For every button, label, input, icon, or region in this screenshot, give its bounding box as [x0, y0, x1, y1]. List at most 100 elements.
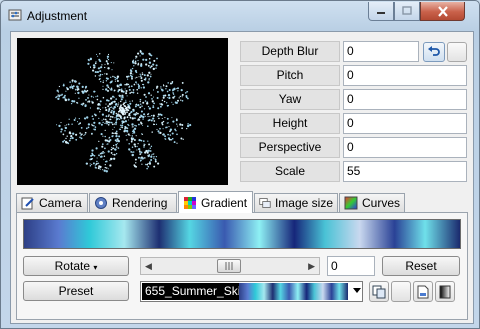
maximize-button[interactable]: [394, 2, 420, 21]
flame-speck: [137, 64, 139, 66]
flame-speck: [129, 102, 132, 105]
depth-blur-field[interactable]: 0: [343, 41, 419, 62]
flame-speck: [151, 131, 153, 133]
flame-speck: [104, 135, 106, 138]
flame-speck: [110, 148, 113, 151]
flame-speck: [134, 165, 137, 168]
rotate-button[interactable]: Rotate ▾: [23, 256, 129, 276]
flame-speck: [157, 107, 160, 110]
flame-speck: [64, 140, 68, 144]
flame-speck: [76, 101, 78, 104]
flame-speck: [106, 62, 109, 65]
redo-button[interactable]: [447, 42, 467, 62]
flame-speck: [115, 116, 118, 118]
flame-speck: [187, 123, 189, 125]
save-gradient-button[interactable]: [413, 281, 433, 302]
flame-speck: [144, 157, 146, 159]
flame-speck: [138, 147, 141, 151]
flame-speck: [115, 121, 118, 124]
flame-speck: [101, 119, 103, 121]
pitch-field[interactable]: 0: [343, 65, 467, 86]
flame-speck: [104, 147, 106, 150]
tab-rendering[interactable]: Rendering: [89, 193, 177, 212]
height-field[interactable]: 0: [343, 113, 467, 134]
flame-speck: [142, 118, 144, 120]
tab-image-size[interactable]: Image size: [254, 193, 338, 212]
flame-speck: [158, 114, 160, 116]
tab-gradient[interactable]: Gradient: [178, 191, 253, 213]
close-button[interactable]: [420, 2, 465, 21]
flame-speck: [111, 95, 115, 98]
flame-speck: [99, 111, 101, 113]
flame-speck: [90, 95, 93, 98]
flame-speck: [79, 132, 81, 134]
flame-speck: [58, 85, 61, 88]
undo-button[interactable]: [423, 42, 445, 62]
preset-dropdown[interactable]: 655_Summer_Skies: [140, 281, 363, 302]
flame-speck: [184, 92, 187, 94]
flame-speck: [115, 153, 118, 155]
flame-speck: [64, 98, 68, 102]
slider-right-arrow-icon[interactable]: ▶: [308, 261, 315, 272]
flame-speck: [177, 99, 179, 102]
flame-speck: [95, 114, 97, 116]
flame-speck: [130, 85, 133, 88]
flame-speck: [103, 159, 105, 161]
flame-speck: [106, 55, 110, 58]
flame-speck: [132, 61, 135, 64]
window-title: Adjustment: [27, 9, 88, 23]
flame-speck: [156, 90, 159, 93]
flame-speck: [90, 154, 93, 157]
flame-speck: [81, 133, 83, 136]
blank-tool-button[interactable]: [391, 281, 411, 302]
flame-speck: [142, 101, 145, 104]
flame-speck: [119, 83, 122, 86]
scale-field[interactable]: 55: [343, 161, 467, 182]
flame-speck: [102, 169, 104, 171]
flame-speck: [85, 99, 87, 101]
flame-speck: [156, 97, 159, 99]
gradient-preview-bar[interactable]: [23, 219, 461, 249]
flame-speck: [87, 126, 90, 129]
flame-speck: [102, 107, 104, 109]
flame-speck: [64, 129, 66, 132]
flame-speck: [145, 149, 148, 153]
preset-button[interactable]: Preset: [23, 281, 129, 301]
tab-camera[interactable]: Camera: [16, 193, 88, 212]
flame-speck: [141, 105, 143, 107]
flame-speck: [104, 66, 106, 69]
flame-speck: [118, 128, 121, 130]
flame-speck: [138, 76, 140, 78]
slider-thumb[interactable]: [217, 259, 241, 273]
flame-speck: [149, 147, 152, 149]
copy-gradient-button[interactable]: [369, 281, 389, 302]
flame-core-speck: [123, 109, 125, 112]
flame-speck: [171, 82, 174, 84]
flame-speck: [96, 160, 98, 163]
title-bar[interactable]: Adjustment: [1, 1, 479, 30]
flame-speck: [70, 102, 73, 105]
flame-speck: [161, 99, 164, 102]
flame-speck: [111, 116, 114, 118]
minimize-button[interactable]: [368, 2, 394, 21]
flame-speck: [126, 95, 128, 97]
flame-speck: [137, 142, 139, 145]
flame-speck: [104, 73, 106, 75]
reset-button[interactable]: Reset: [382, 256, 460, 276]
gradient-editor-button[interactable]: [435, 281, 455, 302]
rotate-slider[interactable]: ◀ ▶: [140, 257, 320, 275]
image-size-icon: [259, 198, 271, 208]
flame-speck: [179, 95, 181, 98]
yaw-field[interactable]: 0: [343, 89, 467, 110]
flame-speck: [134, 62, 137, 65]
tab-curves[interactable]: Curves: [339, 193, 405, 212]
flame-speck: [171, 101, 173, 103]
flame-speck: [145, 96, 147, 98]
perspective-field[interactable]: 0: [343, 137, 467, 158]
flame-speck: [167, 104, 170, 107]
flame-speck: [148, 119, 151, 121]
rotate-value-field[interactable]: 0: [327, 256, 375, 276]
slider-left-arrow-icon[interactable]: ◀: [145, 261, 152, 272]
flame-speck: [101, 64, 103, 66]
flame-speck: [147, 162, 149, 165]
